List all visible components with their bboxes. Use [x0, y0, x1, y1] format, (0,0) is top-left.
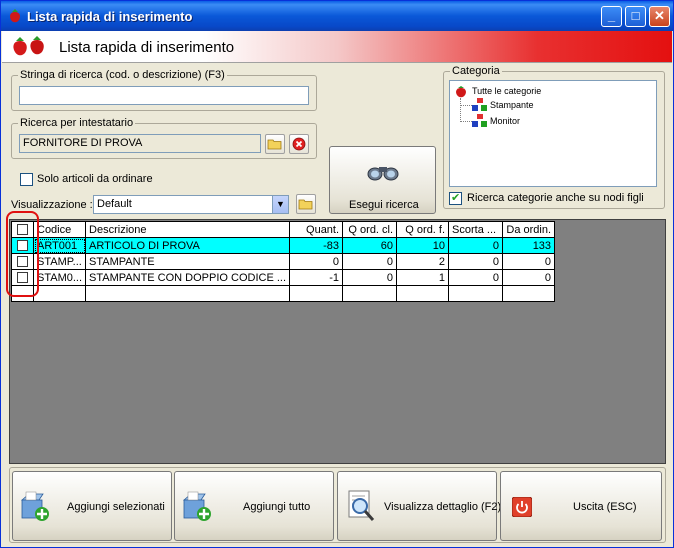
minimize-button[interactable]: _	[601, 6, 622, 27]
table-cell: ARTICOLO DI PROVA	[85, 237, 291, 254]
title-bar: Lista rapida di inserimento _ □ ✕	[1, 1, 673, 31]
category-icon	[472, 114, 487, 127]
tree-node-root-label: Tutte le categorie	[472, 86, 542, 96]
banner-title: Lista rapida di inserimento	[59, 39, 235, 56]
table-row[interactable]: STAMP... STAMPANTE 0 0 2 0 0	[11, 253, 556, 270]
table-cell	[32, 285, 87, 302]
folder-icon	[267, 139, 282, 150]
table-cell: ART001	[32, 237, 87, 254]
view-select[interactable]: Default ▼	[93, 195, 289, 214]
table-cell	[502, 285, 556, 302]
table-cell: STAMPANTE CON DOPPIO CODICE ...	[85, 269, 291, 286]
add-items-icon	[20, 491, 49, 521]
tree-connector	[460, 105, 472, 106]
table-cell: 133	[502, 237, 556, 254]
subnodes-checkbox[interactable]	[449, 191, 462, 205]
column-header[interactable]: Quant.	[289, 221, 344, 238]
articles-grid: Codice Descrizione Quant. Q ord. cl. Q o…	[11, 221, 556, 302]
column-header[interactable]: Descrizione	[85, 221, 291, 238]
holder-field: FORNITORE DI PROVA	[19, 134, 261, 153]
table-row[interactable]: ART001 ARTICOLO DI PROVA -83 60 10 0 133	[11, 237, 556, 254]
table-cell: -83	[289, 237, 344, 254]
table-cell	[342, 285, 398, 302]
tree-connector	[460, 98, 461, 122]
table-cell: 10	[396, 237, 450, 254]
column-header[interactable]: Da ordin.	[502, 221, 556, 238]
table-cell: -1	[289, 269, 344, 286]
category-legend: Categoria	[450, 65, 502, 77]
table-row-empty[interactable]	[11, 285, 556, 302]
chevron-down-icon[interactable]: ▼	[272, 196, 288, 213]
column-header[interactable]: Scorta ...	[448, 221, 504, 238]
table-cell: 0	[448, 269, 504, 286]
strawberry-icon	[10, 9, 20, 23]
table-cell: 0	[448, 237, 504, 254]
table-cell	[85, 285, 291, 302]
table-cell: STAMPANTE	[85, 253, 291, 270]
strawberries-logo-icon	[13, 36, 44, 56]
table-cell: 0	[289, 253, 344, 270]
table-cell	[289, 285, 344, 302]
only-to-order-checkbox[interactable]	[20, 173, 33, 186]
tree-node-stampante-label: Stampante	[490, 100, 534, 110]
column-header[interactable]: Q ord. f.	[396, 221, 450, 238]
close-button[interactable]: ✕	[649, 6, 670, 27]
tree-connector	[460, 121, 472, 122]
browse-view-button[interactable]	[296, 194, 316, 214]
folder-icon	[298, 199, 313, 210]
window-title: Lista rapida di inserimento	[27, 9, 193, 24]
magnifier-document-icon	[348, 490, 375, 521]
table-cell: 0	[342, 253, 398, 270]
table-cell: 2	[396, 253, 450, 270]
header-banner: Lista rapida di inserimento	[2, 31, 672, 63]
holder-legend: Ricerca per intestatario	[18, 117, 136, 129]
column-header[interactable]: Q ord. cl.	[342, 221, 398, 238]
strawberry-icon	[456, 86, 466, 98]
binoculars-icon	[367, 167, 399, 181]
table-cell: 0	[502, 253, 556, 270]
exit-button[interactable]: Uscita (ESC)	[500, 471, 662, 541]
add-selected-button[interactable]: Aggiungi selezionati	[12, 471, 172, 541]
table-cell: STAM0...	[32, 269, 87, 286]
power-icon	[512, 497, 532, 517]
articles-grid-area: Codice Descrizione Quant. Q ord. cl. Q o…	[9, 219, 666, 464]
table-cell: 0	[448, 253, 504, 270]
grid-header-row: Codice Descrizione Quant. Q ord. cl. Q o…	[11, 221, 556, 238]
highlight-annotation	[6, 211, 39, 297]
only-to-order-label: Solo articoli da ordinare	[37, 173, 153, 185]
table-cell: 0	[342, 269, 398, 286]
add-all-button[interactable]: Aggiungi tutto	[174, 471, 334, 541]
category-tree[interactable]: Tutte le categorie Stampante Monitor	[449, 80, 657, 187]
view-select-value: Default	[97, 198, 132, 210]
show-detail-button[interactable]: Visualizza dettaglio (F2)	[337, 471, 501, 541]
add-items-icon	[182, 491, 211, 521]
tree-node-monitor-label: Monitor	[490, 116, 521, 126]
exit-label: Uscita (ESC)	[573, 501, 637, 513]
add-all-label: Aggiungi tutto	[243, 501, 311, 513]
browse-holder-button[interactable]	[265, 134, 285, 154]
search-input[interactable]	[19, 86, 309, 105]
add-selected-label: Aggiungi selezionati	[67, 501, 165, 513]
execute-search-button[interactable]: Esegui ricerca	[329, 146, 436, 214]
search-legend: Stringa di ricerca (cod. o descrizione) …	[18, 69, 227, 81]
table-cell: 1	[396, 269, 450, 286]
execute-search-label: Esegui ricerca	[349, 199, 419, 211]
table-cell: STAMP...	[32, 253, 87, 270]
quick-insert-window: Lista rapida di inserimento _ □ ✕ Lista …	[0, 0, 674, 548]
view-label: Visualizzazione :	[11, 199, 93, 211]
maximize-button[interactable]: □	[625, 6, 646, 27]
table-cell	[396, 285, 450, 302]
clear-holder-button[interactable]	[289, 134, 309, 154]
subnodes-label: Ricerca categorie anche su nodi figli	[467, 192, 644, 204]
table-cell: 60	[342, 237, 398, 254]
table-row[interactable]: STAM0... STAMPANTE CON DOPPIO CODICE ...…	[11, 269, 556, 286]
table-cell	[448, 285, 504, 302]
clear-icon	[292, 137, 306, 151]
show-detail-label: Visualizza dettaglio (F2)	[384, 501, 502, 513]
table-cell: 0	[502, 269, 556, 286]
category-icon	[472, 98, 487, 111]
column-header[interactable]: Codice	[32, 221, 87, 238]
